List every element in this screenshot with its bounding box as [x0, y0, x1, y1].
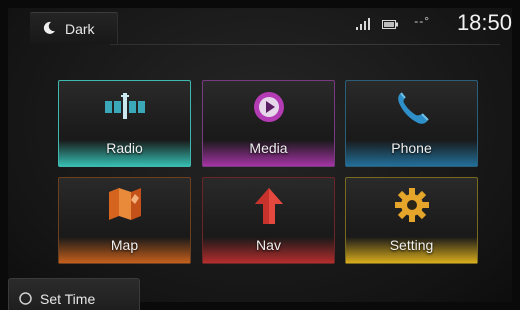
battery-icon: [382, 20, 398, 29]
nav-label: Nav: [256, 237, 281, 253]
phone-icon: [397, 92, 429, 124]
clock: 18:50: [456, 10, 512, 35]
signal-bars-icon: [356, 18, 370, 30]
map-tile[interactable]: Map: [58, 177, 191, 264]
app-grid: Radio Media Phone Map Nav Setting: [58, 80, 479, 265]
set-time-button[interactable]: Set Time: [8, 278, 140, 310]
phone-label: Phone: [391, 140, 432, 156]
nav-tile[interactable]: Nav: [202, 177, 335, 264]
gear-icon: [394, 188, 429, 222]
media-label: Media: [249, 140, 288, 156]
dark-mode-label: Dark: [65, 21, 95, 37]
setting-tile[interactable]: Setting: [345, 177, 478, 264]
divider: [110, 44, 500, 45]
media-play-icon: [253, 92, 284, 122]
clock-ring-icon: [19, 292, 32, 305]
radio-label: Radio: [106, 140, 143, 156]
dark-mode-button[interactable]: Dark: [30, 12, 118, 44]
map-label: Map: [110, 237, 139, 253]
head-unit-screen: Dark --° 18:50 Radio Media Phone Map Nav…: [0, 0, 520, 310]
nav-arrow-icon: [254, 188, 283, 224]
phone-tile[interactable]: Phone: [345, 80, 478, 167]
setting-label: Setting: [389, 237, 434, 253]
temperature-readout: --°: [414, 14, 430, 28]
moon-icon: [43, 21, 55, 34]
radio-icon: [104, 93, 145, 119]
status-bar: Dark --° 18:50: [8, 6, 512, 46]
radio-tile[interactable]: Radio: [58, 80, 191, 167]
media-tile[interactable]: Media: [202, 80, 335, 167]
map-icon: [108, 188, 141, 220]
set-time-label: Set Time: [40, 291, 96, 307]
